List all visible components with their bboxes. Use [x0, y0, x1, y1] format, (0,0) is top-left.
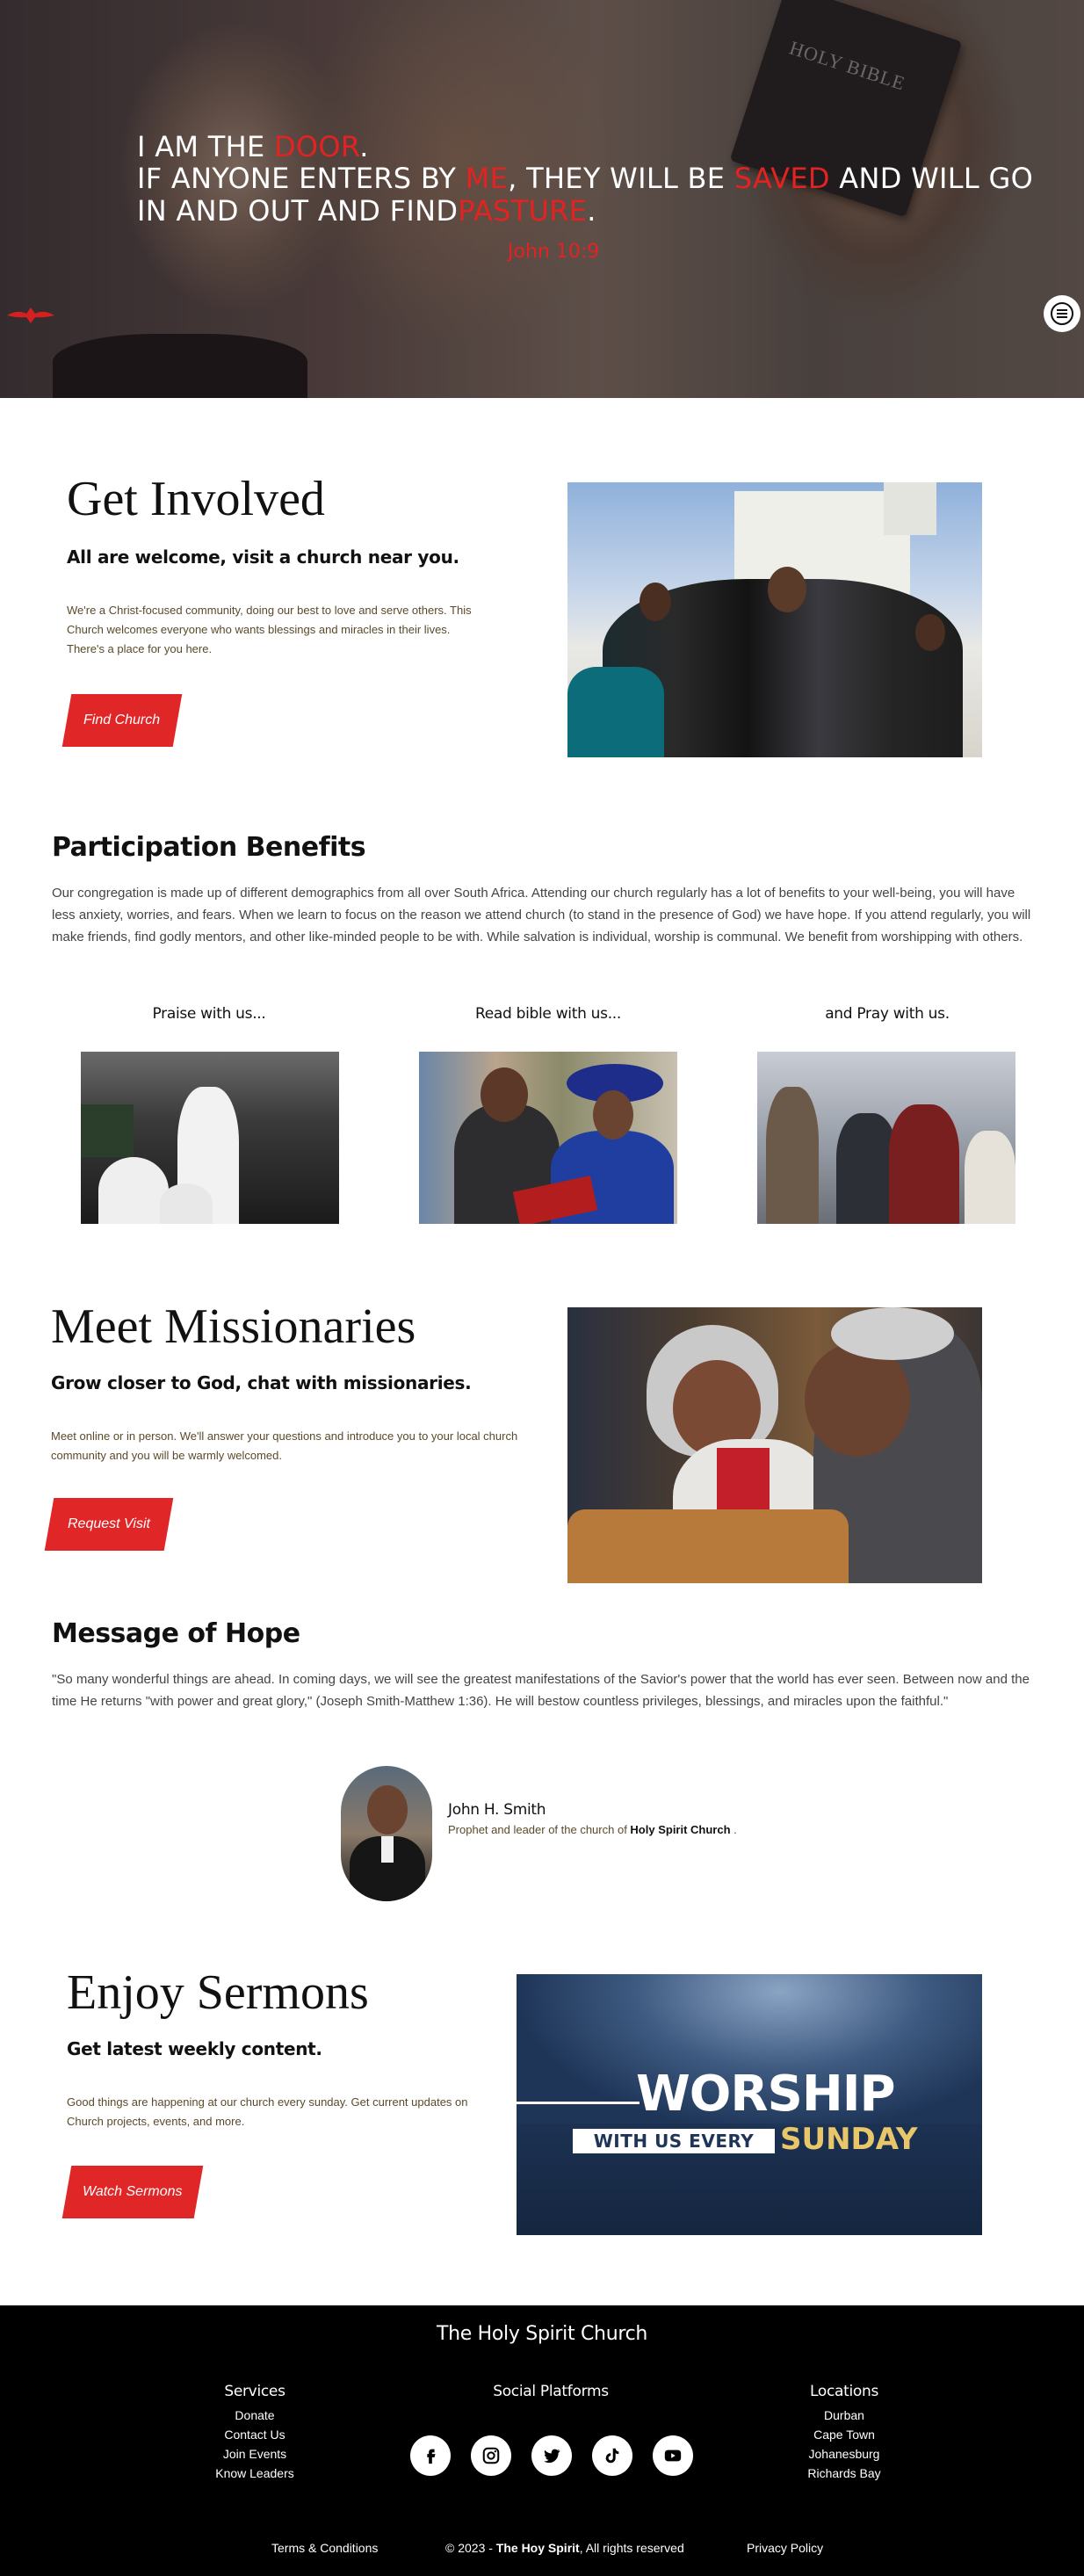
hero-verse-line-2: IF ANYONE ENTERS BY ME, THEY WILL BE SAV…	[137, 162, 1034, 195]
footer-link-events[interactable]: Join Events	[149, 2444, 360, 2464]
congregation-photo	[567, 482, 982, 757]
footer-link-contact[interactable]: Contact Us	[149, 2425, 360, 2444]
hero-banner: HOLY BIBLE I AM THE DOOR. IF ANYONE ENTE…	[0, 0, 1084, 398]
copyright-text: © 2023 - The Hoy Spirit, All rights rese…	[445, 2541, 684, 2555]
location-durban[interactable]: Durban	[739, 2406, 950, 2425]
location-cape-town[interactable]: Cape Town	[739, 2425, 950, 2444]
twitter-link[interactable]	[531, 2435, 572, 2476]
author-avatar	[341, 1766, 432, 1901]
get-involved-title: Get Involved	[67, 472, 325, 526]
footer-social-title: Social Platforms	[493, 2383, 609, 2400]
hero-verse-reference: John 10:9	[508, 241, 600, 263]
benefits-title: Participation Benefits	[52, 832, 366, 863]
footer-locations-list: Durban Cape Town Johanesburg Richards Ba…	[739, 2406, 950, 2483]
location-richards-bay[interactable]: Richards Bay	[739, 2464, 950, 2483]
missionaries-photo	[567, 1307, 982, 1583]
author-name: John H. Smith	[448, 1801, 546, 1819]
missionaries-title: Meet Missionaries	[51, 1299, 416, 1354]
footer-services-list: Donate Contact Us Join Events Know Leade…	[149, 2406, 360, 2483]
banner-sunday-text: SUNDAY	[780, 2122, 918, 2157]
benefits-text: Our congregation is made up of different…	[52, 886, 1031, 944]
footer-locations-title: Locations	[809, 2383, 879, 2400]
missionaries-subtitle: Grow closer to God, chat with missionari…	[51, 1372, 472, 1393]
find-church-button[interactable]: Find Church	[61, 694, 183, 747]
praise-photo	[81, 1052, 339, 1224]
benefit-caption: Read bible with us...	[474, 1005, 622, 1023]
worship-banner: WORSHIP WITH US EVERY SUNDAY	[517, 1974, 982, 2235]
facebook-link[interactable]	[410, 2435, 451, 2476]
hope-title: Message of Hope	[52, 1618, 300, 1649]
hope-quote: "So many wonderful things are ahead. In …	[52, 1672, 1030, 1709]
bible-study-photo	[419, 1052, 677, 1224]
get-involved-subtitle: All are welcome, visit a church near you…	[67, 546, 459, 568]
banner-with-us-text: WITH US EVERY	[593, 2131, 755, 2152]
prayer-photo	[757, 1052, 1015, 1224]
site-footer: The Holy Spirit Church Services Donate C…	[0, 2305, 1084, 2576]
benefit-caption: Praise with us...	[152, 1005, 266, 1023]
author-role: Prophet and leader of the church of Holy…	[448, 1823, 737, 1836]
request-visit-button[interactable]: Request Visit	[44, 1498, 174, 1551]
copyright-brand: The Hoy Spirit	[495, 2541, 580, 2555]
instagram-icon	[482, 2447, 500, 2464]
church-name: Holy Spirit Church	[630, 1823, 731, 1836]
instagram-link[interactable]	[471, 2435, 511, 2476]
footer-link-leaders[interactable]: Know Leaders	[149, 2464, 360, 2483]
youtube-link[interactable]	[653, 2435, 693, 2476]
footer-link-donate[interactable]: Donate	[149, 2406, 360, 2425]
banner-worship-text: WORSHIP	[636, 2066, 896, 2123]
footer-services-title: Services	[224, 2383, 285, 2400]
get-involved-text: We're a Christ-focused community, doing …	[67, 604, 472, 655]
footer-title: The Holy Spirit Church	[436, 2323, 648, 2345]
menu-button[interactable]	[1044, 295, 1080, 332]
tiktok-link[interactable]	[592, 2435, 632, 2476]
benefit-caption: and Pray with us.	[825, 1005, 950, 1023]
twitter-icon	[544, 2449, 560, 2464]
sermons-text: Good things are happening at our church …	[67, 2095, 468, 2128]
location-johannesburg[interactable]: Johanesburg	[739, 2444, 950, 2464]
sermons-title: Enjoy Sermons	[67, 1965, 369, 2020]
terms-link[interactable]: Terms & Conditions	[271, 2541, 378, 2555]
facebook-icon	[427, 2449, 436, 2464]
dove-logo-icon[interactable]	[5, 306, 56, 325]
watch-sermons-button[interactable]: Watch Sermons	[61, 2166, 204, 2218]
privacy-link[interactable]: Privacy Policy	[747, 2541, 823, 2555]
youtube-icon	[664, 2449, 682, 2462]
hero-verse-line-3: IN AND OUT AND FINDPASTURE.	[137, 194, 596, 228]
hero-verse-line-1: I AM THE DOOR.	[137, 130, 369, 163]
sermons-subtitle: Get latest weekly content.	[67, 2038, 322, 2059]
banner-tag: WITH US EVERY	[573, 2129, 775, 2153]
missionaries-text: Meet online or in person. We'll answer y…	[51, 1429, 518, 1462]
tiktok-icon	[605, 2448, 619, 2464]
hamburger-menu-icon	[1051, 302, 1073, 325]
